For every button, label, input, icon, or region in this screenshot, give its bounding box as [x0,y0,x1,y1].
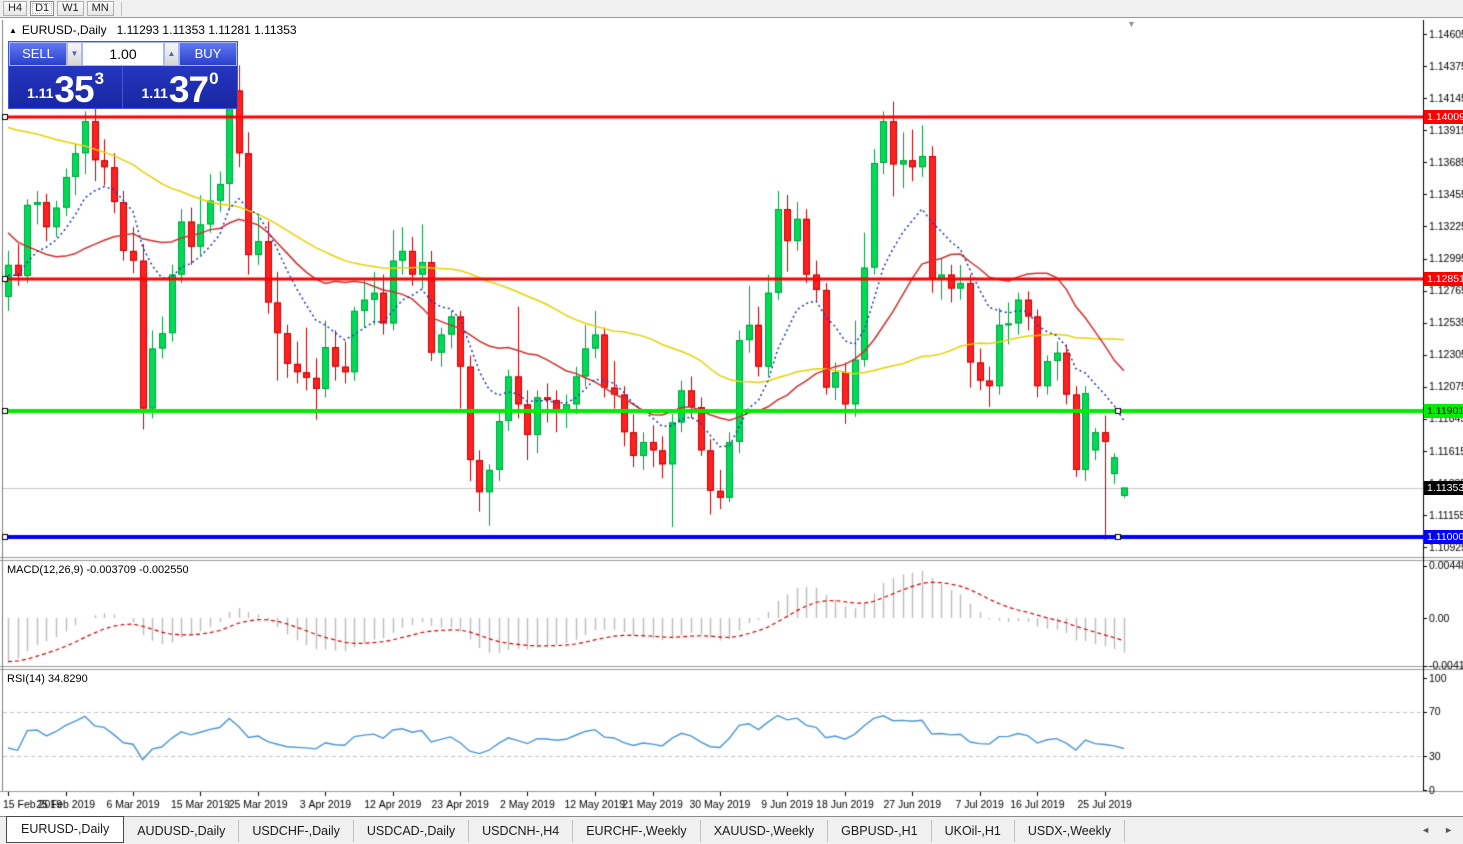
volume-input[interactable] [82,42,164,66]
symbol-tab-eurusd-daily[interactable]: EURUSD-,Daily [6,816,124,843]
chart-symbol-label: EURUSD-,Daily [22,23,107,37]
buy-button[interactable]: BUY [179,42,237,66]
buy-price-big: 37 [169,74,208,105]
sell-price-big: 35 [54,74,93,105]
tab-scroll-left-icon[interactable]: ◄ [1417,824,1434,836]
tab-scroll-right-icon[interactable]: ► [1440,824,1457,836]
sell-button[interactable]: SELL [9,42,67,66]
chart-shift-marker-icon[interactable]: ▼ [1127,19,1136,29]
price-chart-canvas[interactable] [0,18,1463,816]
toolbar-divider [121,2,122,16]
symbol-tab-ukoil-h1[interactable]: UKOil-,H1 [932,820,1015,842]
current-price-label: 1.11353 [1424,481,1463,495]
sell-price-display[interactable]: 1.11 35 3 [9,66,123,108]
timeframe-button-w1[interactable]: W1 [57,1,84,16]
symbol-tab-usdcnh-h4[interactable]: USDCNH-,H4 [469,820,573,842]
buy-price-pip: 0 [209,69,218,89]
symbol-tab-audusd-daily[interactable]: AUDUSD-,Daily [124,820,239,842]
buy-price-prefix: 1.11 [141,85,167,101]
volume-decrease-button[interactable]: ▼ [67,42,82,66]
volume-increase-button[interactable]: ▲ [164,42,179,66]
price-line-label-1.12851: 1.12851 [1424,272,1463,286]
one-click-trade-panel: SELL ▼ ▲ BUY 1.11 35 3 1.11 37 0 [8,41,238,109]
timeframe-toolbar: H4D1W1MN [0,0,1463,18]
sell-price-prefix: 1.11 [27,85,53,101]
macd-indicator-label: MACD(12,26,9) -0.003709 -0.002550 [7,564,189,576]
price-line-label-1.11000: 1.11000 [1424,530,1463,544]
collapse-panel-icon[interactable]: ▲ [9,26,17,35]
symbol-tab-usdx-weekly[interactable]: USDX-,Weekly [1015,820,1125,842]
buy-price-display[interactable]: 1.11 37 0 [123,66,237,108]
symbol-tab-usdcad-daily[interactable]: USDCAD-,Daily [354,820,469,842]
sell-price-pip: 3 [95,69,104,89]
rsi-indicator-label: RSI(14) 34.8290 [7,673,88,685]
symbol-tab-usdchf-daily[interactable]: USDCHF-,Daily [239,820,354,842]
chart-ohlc-values: 1.11293 1.11353 1.11281 1.11353 [117,23,297,37]
mt4-terminal: { "toolbar": { "timeframes": ["H4","D1",… [0,0,1463,844]
timeframe-button-mn[interactable]: MN [87,1,114,16]
tab-scroll-controls: ◄ ► [1417,824,1457,836]
symbol-tab-xauusd-weekly[interactable]: XAUUSD-,Weekly [701,820,828,842]
chart-title: ▲ EURUSD-,Daily 1.11293 1.11353 1.11281 … [9,23,297,37]
timeframe-button-d1[interactable]: D1 [30,1,54,16]
symbol-tab-bar: EURUSD-,DailyAUDUSD-,DailyUSDCHF-,DailyU… [0,816,1463,844]
price-line-label-1.11901: 1.11901 [1424,404,1463,418]
symbol-tab-gbpusd-h1[interactable]: GBPUSD-,H1 [828,820,931,842]
price-line-label-1.14009: 1.14009 [1424,110,1463,124]
symbol-tab-eurchf-weekly[interactable]: EURCHF-,Weekly [573,820,700,842]
timeframe-button-h4[interactable]: H4 [3,1,27,16]
